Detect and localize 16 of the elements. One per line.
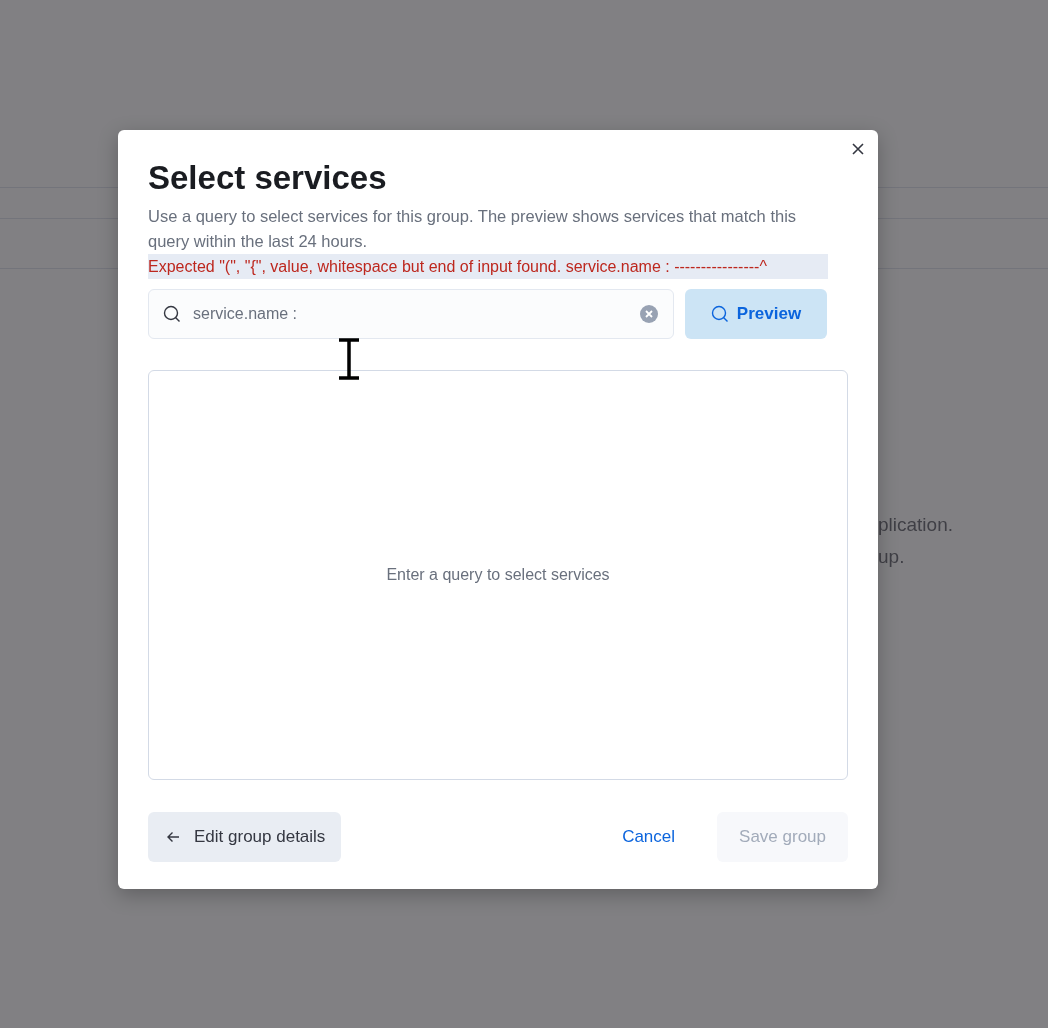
search-icon — [163, 305, 181, 323]
description-text: Use a query to select services for this group. The preview shows services that match this query within the last 24 hours. — [148, 206, 798, 252]
arrow-left-icon — [166, 830, 180, 844]
clear-icon[interactable] — [639, 304, 659, 324]
error-message: Expected "(", "{", value, whitespace but end of input found. service.name : ----------------^ — [148, 254, 828, 279]
search-icon — [710, 305, 729, 323]
preview-button[interactable]: Preview — [685, 289, 827, 339]
empty-message: Enter a query to select services — [386, 566, 610, 584]
background-text: up. — [877, 545, 906, 569]
dialog-title: Select services — [148, 158, 388, 198]
background-text: plication. — [877, 513, 953, 537]
back-button[interactable]: Edit group details — [148, 812, 342, 862]
query-field[interactable]: service.name : — [148, 289, 674, 339]
text-cursor-icon — [336, 338, 362, 380]
close-icon[interactable] — [851, 142, 865, 156]
cancel-button[interactable]: Cancel — [602, 812, 696, 862]
